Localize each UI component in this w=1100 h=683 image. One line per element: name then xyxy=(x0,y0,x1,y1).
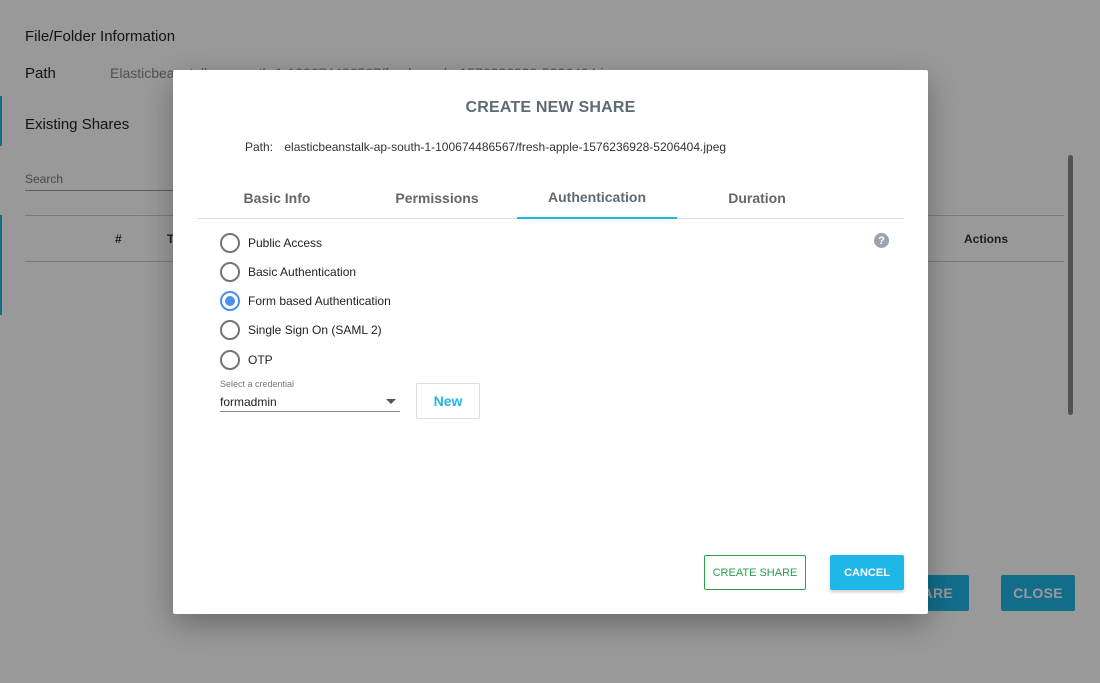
question-circle-icon[interactable]: ? xyxy=(874,233,889,248)
radio-label: Public Access xyxy=(248,236,323,250)
radio-public-access[interactable]: Public Access xyxy=(220,233,322,253)
cancel-button[interactable]: CANCEL xyxy=(830,555,904,590)
radio-button[interactable] xyxy=(220,233,240,253)
create-share-button[interactable]: CREATE SHARE xyxy=(704,555,806,590)
tab-permissions[interactable]: Permissions xyxy=(357,176,517,219)
tab-bar: Basic Info Permissions Authentication Du… xyxy=(197,176,904,219)
path-label: Path: xyxy=(245,140,274,154)
create-share-dialog: CREATE NEW SHARE Path: elasticbeanstalk-… xyxy=(173,70,928,614)
radio-button-checked[interactable] xyxy=(220,291,240,311)
radio-label: OTP xyxy=(248,353,273,367)
path-row: Path: elasticbeanstalk-ap-south-1-100674… xyxy=(245,140,726,154)
radio-form-based-authentication[interactable]: Form based Authentication xyxy=(220,291,391,311)
radio-button[interactable] xyxy=(220,350,240,370)
tab-authentication[interactable]: Authentication xyxy=(517,176,677,219)
radio-button[interactable] xyxy=(220,262,240,282)
new-credential-button[interactable]: New xyxy=(416,383,480,419)
radio-basic-authentication[interactable]: Basic Authentication xyxy=(220,262,356,282)
caret-down-icon xyxy=(386,399,396,404)
credential-select[interactable]: formadmin xyxy=(220,393,400,412)
credential-select-value: formadmin xyxy=(220,395,277,409)
radio-button[interactable] xyxy=(220,320,240,340)
tab-basic-info[interactable]: Basic Info xyxy=(197,176,357,219)
radio-label: Basic Authentication xyxy=(248,265,357,279)
credential-select-label: Select a credential xyxy=(220,379,295,389)
radio-otp[interactable]: OTP xyxy=(220,350,273,370)
radio-label: Single Sign On (SAML 2) xyxy=(248,323,382,337)
radio-label: Form based Authentication xyxy=(248,294,391,308)
radio-single-sign-on[interactable]: Single Sign On (SAML 2) xyxy=(220,320,382,340)
dialog-title: CREATE NEW SHARE xyxy=(465,99,636,116)
path-value: elasticbeanstalk-ap-south-1-100674486567… xyxy=(284,140,727,154)
tab-duration[interactable]: Duration xyxy=(677,176,837,219)
